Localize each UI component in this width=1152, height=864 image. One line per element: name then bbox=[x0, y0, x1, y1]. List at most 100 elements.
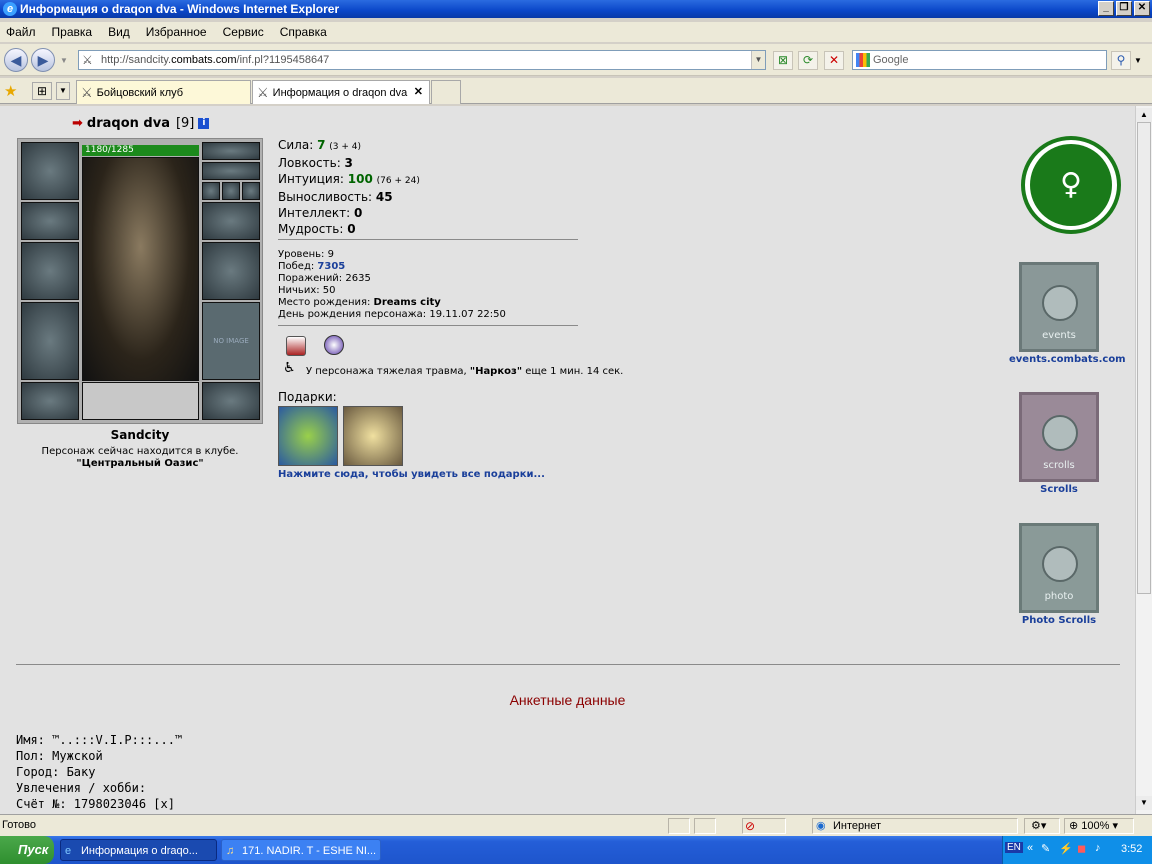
divider bbox=[278, 325, 578, 326]
scroll-thumb[interactable] bbox=[1137, 122, 1151, 594]
menu-file[interactable]: Файл bbox=[6, 25, 36, 39]
emblem-icon[interactable]: ♀ bbox=[1021, 136, 1121, 234]
taskbar-item-ie[interactable]: e Информация о draqo... bbox=[60, 839, 217, 861]
history-dropdown-icon[interactable]: ▼ bbox=[60, 56, 68, 65]
swords-icon: ⚔ bbox=[81, 84, 93, 100]
quick-tabs-icon[interactable]: ⊞ bbox=[32, 82, 52, 100]
search-options-icon[interactable]: ▼ bbox=[1134, 56, 1142, 65]
maximize-button[interactable]: ❐ bbox=[1116, 1, 1132, 16]
fist-icon bbox=[1042, 285, 1078, 321]
private-arrow-icon[interactable]: ➡ bbox=[72, 116, 83, 131]
swords-icon: ⚔ bbox=[257, 84, 269, 100]
address-prefix: http://sandcity. bbox=[101, 54, 172, 66]
offhand-slot[interactable] bbox=[202, 242, 260, 300]
tray-tool-icon[interactable]: ✎ bbox=[1041, 842, 1050, 855]
address-bar[interactable]: ⚔ http://sandcity. combats.com/inf.pl?119… bbox=[78, 50, 766, 70]
close-tab-icon[interactable]: ✕ bbox=[414, 85, 423, 98]
menu-edit[interactable]: Правка bbox=[52, 25, 93, 39]
all-gifts-link[interactable]: Нажмите сюда, чтобы увидеть все подарки.… bbox=[278, 469, 545, 480]
section-divider bbox=[16, 664, 1120, 665]
info-draws: Ничьих: 50 bbox=[278, 285, 336, 296]
stat-intuition: Интуиция: 100 (76 + 24) bbox=[278, 172, 420, 186]
events-link[interactable]: events.combats.com bbox=[1009, 354, 1126, 365]
photo-scrolls-link[interactable]: Photo Scrolls bbox=[1009, 615, 1109, 626]
earrings-slot[interactable] bbox=[202, 142, 260, 160]
close-window-button[interactable]: ✕ bbox=[1134, 1, 1150, 16]
menu-view[interactable]: Вид bbox=[108, 25, 130, 39]
window-titlebar: e Информация о draqon dva - Windows Inte… bbox=[0, 0, 1152, 18]
start-button[interactable]: Пуск bbox=[0, 836, 54, 864]
new-tab-button[interactable] bbox=[431, 80, 461, 104]
zoom-control[interactable]: ⊕ 100% ▾ bbox=[1064, 818, 1134, 834]
back-arrow-icon[interactable]: ◀ bbox=[4, 48, 28, 72]
ring-slot-3[interactable] bbox=[242, 182, 260, 200]
gifts-title: Подарки: bbox=[278, 390, 337, 404]
club-logo-icon bbox=[82, 382, 199, 420]
info-level: Уровень: 9 bbox=[278, 249, 334, 260]
alignment-badge-icon[interactable] bbox=[324, 335, 344, 355]
taskbar-item-media[interactable]: ♫ 171. NADIR. T - ESHE NI... bbox=[221, 839, 381, 861]
trauma-text: У персонажа тяжелая травма, "Наркоз" еще… bbox=[306, 366, 624, 377]
address-host: combats.com bbox=[171, 54, 237, 66]
belt-slot[interactable] bbox=[21, 382, 79, 420]
divider bbox=[278, 239, 578, 240]
clock[interactable]: 3:52 bbox=[1121, 843, 1142, 855]
tray-network-icon[interactable]: ⚡ bbox=[1059, 842, 1073, 855]
scroll-up-icon[interactable]: ▲ bbox=[1136, 108, 1152, 122]
trauma-icon: ♿ bbox=[283, 360, 296, 376]
gift-shield-icon[interactable] bbox=[343, 406, 403, 466]
scrolls-link[interactable]: Scrolls bbox=[1009, 484, 1109, 495]
scrolls-banner[interactable]: scrolls Scrolls bbox=[1009, 392, 1109, 495]
menu-favorites[interactable]: Избранное bbox=[146, 25, 207, 39]
tray-expand-icon[interactable]: « bbox=[1027, 842, 1033, 854]
tab-character-info[interactable]: ⚔ Информация о draqon dva ✕ bbox=[252, 80, 430, 104]
gloves-slot[interactable] bbox=[202, 202, 260, 240]
scroll-down-icon[interactable]: ▼ bbox=[1136, 796, 1152, 810]
profile-gender: Пол: Мужской bbox=[16, 749, 103, 763]
ring-slot-1[interactable] bbox=[202, 182, 220, 200]
address-dropdown-icon[interactable]: ▼ bbox=[751, 51, 765, 69]
tab-fight-club[interactable]: ⚔ Бойцовский клуб bbox=[76, 80, 251, 104]
amulet-slot[interactable] bbox=[202, 162, 260, 180]
volume-icon[interactable]: ♪ bbox=[1095, 842, 1101, 854]
menu-bar: Файл Правка Вид Избранное Сервис Справка bbox=[0, 22, 1152, 42]
helmet-slot[interactable] bbox=[21, 142, 79, 200]
forward-arrow-icon[interactable]: ▶ bbox=[31, 48, 55, 72]
weapon-slot[interactable] bbox=[21, 242, 79, 300]
refresh-icon[interactable]: ⟳ bbox=[798, 51, 818, 70]
ring-slot-2[interactable] bbox=[222, 182, 240, 200]
character-doll: 1180/1285 NO IMAGE bbox=[17, 138, 263, 424]
stat-intellect: Интеллект: 0 bbox=[278, 206, 363, 220]
clan-badge-icon[interactable] bbox=[286, 336, 306, 356]
menu-tools[interactable]: Сервис bbox=[223, 25, 264, 39]
bracers-slot[interactable] bbox=[21, 202, 79, 240]
info-panel: Уровень: 9 Побед: 7305 Поражений: 2635 Н… bbox=[278, 249, 506, 321]
tab-list-dropdown-icon[interactable]: ▼ bbox=[56, 82, 70, 100]
menu-help[interactable]: Справка bbox=[280, 25, 327, 39]
favorites-star-icon[interactable]: ★ bbox=[4, 82, 17, 100]
gift-jester-hat-icon[interactable] bbox=[278, 406, 338, 466]
boots-slot[interactable] bbox=[202, 382, 260, 420]
legs-slot[interactable]: NO IMAGE bbox=[202, 302, 260, 380]
events-banner[interactable]: events events.combats.com bbox=[1009, 262, 1126, 365]
hp-bar: 1180/1285 bbox=[82, 145, 199, 156]
protected-mode-icon[interactable]: ⚙▾ bbox=[1024, 818, 1060, 834]
stat-wisdom: Мудрость: 0 bbox=[278, 222, 356, 236]
armor-slot[interactable] bbox=[21, 302, 79, 380]
info-icon[interactable]: i bbox=[198, 118, 210, 129]
minimize-button[interactable]: _ bbox=[1098, 1, 1114, 16]
popup-blocked-icon[interactable]: ⊘ bbox=[742, 818, 786, 834]
photo-scrolls-banner[interactable]: photo Photo Scrolls bbox=[1009, 523, 1109, 626]
zoom-icon: ⊕ bbox=[1069, 820, 1079, 832]
search-icon[interactable]: ⚲ bbox=[1111, 51, 1131, 70]
stat-strength: Сила: 7 (3 + 4) bbox=[278, 138, 361, 152]
compat-view-icon[interactable]: ⊠ bbox=[773, 51, 793, 70]
status-text: Готово bbox=[2, 819, 36, 831]
tray-antivirus-icon[interactable]: ◼ bbox=[1077, 842, 1086, 855]
stop-icon[interactable]: ✕ bbox=[824, 51, 844, 70]
language-indicator[interactable]: EN bbox=[1005, 842, 1023, 853]
vertical-scrollbar[interactable]: ▲ ▼ bbox=[1135, 106, 1152, 814]
google-icon bbox=[856, 53, 870, 67]
search-input[interactable]: Google bbox=[852, 50, 1107, 70]
security-zone[interactable]: ◉ Интернет bbox=[812, 818, 1018, 834]
